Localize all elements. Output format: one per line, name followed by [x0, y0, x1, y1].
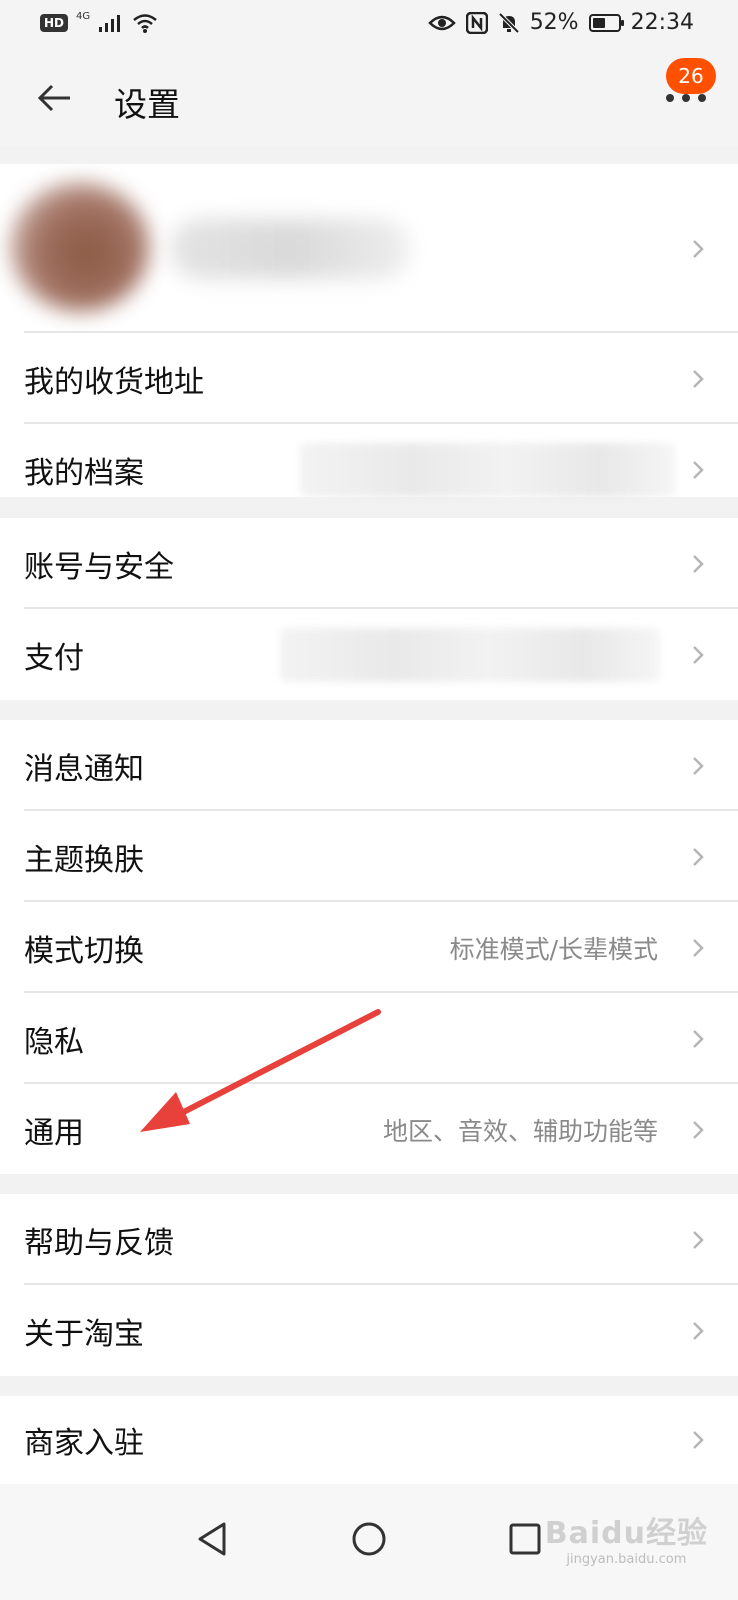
item-label: 关于淘宝	[24, 1316, 144, 1352]
settings-item-about[interactable]: 关于淘宝	[0, 1285, 738, 1376]
preferences-group: 消息通知 主题换肤 模式切换 标准模式/长辈模式 隐私 通用 地区、音效、辅助功…	[0, 720, 738, 1174]
item-label: 主题换肤	[24, 842, 144, 878]
battery-percent: 52%	[529, 10, 579, 35]
security-group: 账号与安全 支付	[0, 518, 738, 700]
blurred-value	[280, 627, 660, 682]
avatar	[10, 182, 150, 312]
settings-item-privacy[interactable]: 隐私	[0, 993, 738, 1084]
item-label: 消息通知	[24, 751, 144, 787]
item-label: 我的收货地址	[24, 364, 204, 400]
chevron-right-icon	[693, 460, 704, 479]
chevron-right-icon	[693, 1431, 704, 1449]
chevron-right-icon	[693, 847, 704, 866]
settings-item-general[interactable]: 通用 地区、音效、辅助功能等	[0, 1084, 738, 1175]
chevron-right-icon	[693, 1029, 704, 1048]
eye-icon	[427, 15, 456, 30]
chevron-right-icon	[693, 756, 704, 775]
system-nav-bar: Baidu经验 jingyan.baidu.com	[0, 1484, 738, 1600]
settings-item-account-security[interactable]: 账号与安全	[0, 518, 738, 609]
item-label: 商家入驻	[24, 1426, 144, 1461]
settings-item-mode-switch[interactable]: 模式切换 标准模式/长辈模式	[0, 902, 738, 993]
watermark-main: Baidu经验	[544, 1516, 708, 1551]
blurred-value	[300, 442, 675, 497]
page-title: 设置	[114, 85, 180, 124]
chevron-right-icon	[693, 369, 704, 388]
chevron-right-icon	[693, 554, 704, 573]
item-label: 帮助与反馈	[24, 1225, 174, 1261]
item-label: 模式切换	[24, 933, 144, 969]
item-label: 通用	[24, 1115, 84, 1151]
item-value: 地区、音效、辅助功能等	[382, 1116, 658, 1146]
settings-item-notifications[interactable]: 消息通知	[0, 720, 738, 811]
settings-item-help-feedback[interactable]: 帮助与反馈	[0, 1194, 738, 1285]
watermark: Baidu经验 jingyan.baidu.com	[545, 1508, 708, 1567]
chevron-right-icon	[693, 1120, 704, 1139]
back-arrow-icon[interactable]	[36, 78, 76, 118]
chevron-right-icon	[693, 645, 704, 664]
back-triangle-icon[interactable]	[190, 1516, 236, 1562]
wifi-icon	[133, 14, 157, 33]
nfc-icon	[465, 11, 488, 34]
recents-square-icon[interactable]	[502, 1516, 548, 1562]
signal-icon	[99, 15, 121, 32]
item-value: 标准模式/长辈模式	[449, 934, 658, 964]
chevron-right-icon	[693, 1230, 704, 1249]
home-circle-icon[interactable]	[346, 1516, 392, 1562]
settings-item-theme[interactable]: 主题换肤	[0, 811, 738, 902]
chevron-right-icon	[693, 938, 704, 957]
clock: 22:34	[630, 10, 694, 35]
top-app-bar: 设置 26	[0, 48, 738, 146]
settings-item-merchant[interactable]: 商家入驻	[0, 1396, 738, 1484]
bell-off-icon	[498, 12, 520, 33]
watermark-sub: jingyan.baidu.com	[566, 1552, 687, 1567]
item-label: 账号与安全	[24, 549, 174, 585]
account-group: 我的收货地址 我的档案	[0, 164, 738, 497]
network-type: 4G	[76, 11, 91, 22]
help-group: 帮助与反馈 关于淘宝	[0, 1194, 738, 1376]
username-blurred	[170, 219, 410, 279]
status-bar: HD 4G 52% 22:34	[0, 0, 738, 48]
battery-icon	[588, 13, 624, 32]
chevron-right-icon	[693, 1321, 704, 1340]
merchant-group: 商家入驻	[0, 1396, 738, 1484]
profile-row[interactable]	[0, 164, 738, 333]
item-label: 支付	[24, 640, 84, 676]
settings-item-payment[interactable]: 支付	[0, 609, 738, 700]
settings-item-archive[interactable]: 我的档案	[0, 424, 738, 515]
notification-badge: 26	[666, 58, 716, 94]
chevron-right-icon	[693, 239, 704, 258]
item-label: 我的档案	[24, 455, 144, 491]
item-label: 隐私	[24, 1024, 84, 1060]
settings-item-address[interactable]: 我的收货地址	[0, 333, 738, 424]
hd-badge: HD	[40, 14, 69, 32]
